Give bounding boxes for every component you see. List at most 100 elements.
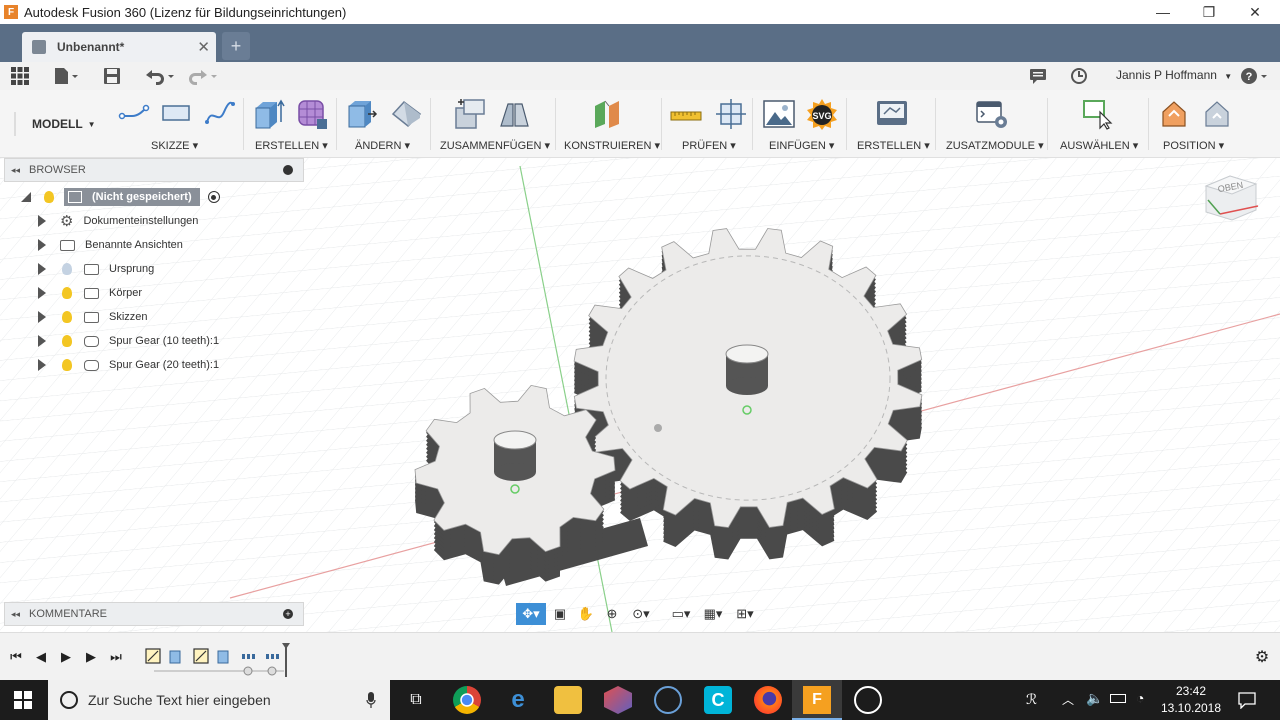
wifi-icon[interactable]: ◔: [1136, 690, 1144, 706]
look-at-icon[interactable]: ▣: [548, 603, 572, 625]
collapse-triangle-icon[interactable]: [20, 191, 32, 203]
close-tab-button[interactable]: ✕: [197, 38, 210, 56]
ribbon-group-zusammenfuegen[interactable]: ZUSAMMENFÜGEN ▾: [440, 139, 550, 152]
edge-icon[interactable]: e: [504, 686, 532, 714]
app-c-icon[interactable]: C: [704, 686, 732, 714]
capture-position-icon[interactable]: [1160, 98, 1190, 128]
form-tool-icon[interactable]: [296, 98, 327, 129]
line-tool-icon[interactable]: [118, 98, 150, 128]
ribbon-group-auswaehlen[interactable]: AUSWÄHLEN ▾: [1060, 139, 1138, 152]
chrome-icon[interactable]: [453, 686, 481, 714]
select-tool-icon[interactable]: [1083, 98, 1113, 130]
play-icon[interactable]: ▶: [58, 649, 74, 665]
activate-radio-icon[interactable]: [207, 191, 220, 203]
pan-hand-icon[interactable]: ✋: [574, 603, 598, 625]
new-component-icon[interactable]: [454, 98, 485, 129]
display-settings-icon[interactable]: ▭▾: [666, 603, 696, 625]
visibility-bulb-icon[interactable]: [62, 287, 72, 299]
joint-tool-icon[interactable]: [498, 98, 529, 128]
chevron-up-icon[interactable]: ︿: [1062, 691, 1074, 708]
expand-triangle-icon[interactable]: [38, 287, 46, 299]
minimize-button[interactable]: —: [1140, 0, 1186, 24]
help-icon[interactable]: ?: [1240, 66, 1268, 86]
step-back-icon[interactable]: ◀: [33, 649, 49, 665]
restore-button[interactable]: ❐: [1186, 0, 1232, 24]
ribbon-group-zusatzmodule[interactable]: ZUSATZMODULE ▾: [946, 139, 1044, 152]
visibility-bulb-icon[interactable]: [62, 311, 72, 323]
ribbon-group-einfuegen[interactable]: EINFÜGEN ▾: [769, 139, 834, 152]
visibility-bulb-icon[interactable]: [44, 191, 54, 203]
ribbon-group-erstellen[interactable]: ERSTELLEN ▾: [255, 139, 328, 152]
browser-item-skizzen[interactable]: Skizzen: [38, 306, 148, 328]
app-support-icon[interactable]: [654, 686, 682, 714]
ribbon-group-skizze[interactable]: SKIZZE ▾: [151, 139, 198, 152]
press-pull-tool-icon[interactable]: [346, 98, 378, 128]
expand-triangle-icon[interactable]: [38, 335, 46, 347]
timeline-settings-gear-icon[interactable]: ⚙: [1254, 649, 1270, 666]
fusion-taskbar-button[interactable]: F: [792, 680, 842, 720]
browser-item-benannte-ansichten[interactable]: Benannte Ansichten: [38, 234, 183, 256]
obs-icon[interactable]: [854, 686, 882, 714]
notifications-icon[interactable]: [1029, 66, 1047, 86]
rectangle-tool-icon[interactable]: [160, 98, 190, 128]
visibility-bulb-icon[interactable]: [62, 359, 72, 371]
ribbon-group-aendern[interactable]: ÄNDERN ▾: [355, 139, 410, 152]
zoom-icon[interactable]: ⊕: [600, 603, 624, 625]
taskbar-search-box[interactable]: Zur Suche Text hier eingeben: [48, 680, 390, 720]
canvas-image-icon[interactable]: [763, 98, 795, 128]
user-account-menu[interactable]: Jannis P Hoffmann ▼: [1116, 68, 1232, 82]
create-drawing-icon[interactable]: [876, 98, 907, 128]
browser-item-spur-gear-10[interactable]: Spur Gear (10 teeth):1: [38, 330, 219, 352]
interference-tool-icon[interactable]: [715, 98, 746, 129]
expand-triangle-icon[interactable]: [38, 359, 46, 371]
browser-item-dokumenteinstellungen[interactable]: ⚙ Dokumenteinstellungen: [38, 210, 198, 232]
speaker-icon[interactable]: 🔈: [1086, 690, 1103, 707]
root-document-node[interactable]: (Nicht gespeichert): [64, 188, 200, 206]
new-tab-button[interactable]: +: [222, 32, 250, 60]
expand-triangle-icon[interactable]: [38, 263, 46, 275]
browser-item-koerper[interactable]: Körper: [38, 282, 142, 304]
grid-settings-icon[interactable]: ▦▾: [698, 603, 728, 625]
expand-triangle-icon[interactable]: [38, 239, 46, 251]
undo-icon[interactable]: [144, 66, 176, 86]
offset-plane-icon[interactable]: [592, 98, 622, 128]
spline-tool-icon[interactable]: [204, 98, 235, 128]
fit-zoom-icon[interactable]: ⊙▾: [626, 603, 656, 625]
fillet-tool-icon[interactable]: [390, 98, 422, 128]
browser-item-spur-gear-20[interactable]: Spur Gear (20 teeth):1: [38, 354, 219, 376]
close-window-button[interactable]: ✕: [1232, 0, 1278, 24]
expand-triangle-icon[interactable]: [38, 215, 46, 227]
orbit-icon[interactable]: ✥▾: [516, 603, 546, 625]
revert-position-icon[interactable]: [1203, 98, 1233, 128]
timeline-features[interactable]: [144, 643, 294, 677]
taskbar-clock[interactable]: 23:42 13.10.2018: [1158, 683, 1224, 717]
document-tab[interactable]: Unbenannt* ✕: [22, 32, 216, 62]
redo-icon[interactable]: [187, 66, 219, 86]
collapse-panel-icon[interactable]: ◂◂: [11, 609, 20, 620]
insert-svg-icon[interactable]: SVG: [806, 98, 837, 130]
visibility-bulb-off-icon[interactable]: [62, 263, 72, 275]
go-to-end-icon[interactable]: ⏭: [108, 649, 124, 665]
scripts-addins-icon[interactable]: [976, 98, 1007, 128]
action-center-icon[interactable]: [1238, 691, 1256, 709]
ribbon-group-position[interactable]: POSITION ▾: [1163, 139, 1224, 152]
file-menu-icon[interactable]: [54, 66, 80, 86]
task-view-icon[interactable]: ⧉: [402, 686, 430, 714]
step-forward-icon[interactable]: ▶: [83, 649, 99, 665]
comments-panel-header[interactable]: ◂◂ KOMMENTARE +: [4, 602, 304, 626]
ribbon-group-pruefen[interactable]: PRÜFEN ▾: [682, 139, 736, 152]
view-cube[interactable]: OBEN: [1198, 172, 1268, 228]
viewports-icon[interactable]: ⊞▾: [730, 603, 760, 625]
job-status-clock-icon[interactable]: [1070, 66, 1088, 86]
firefox-icon[interactable]: [754, 686, 782, 714]
ribbon-group-konstruieren[interactable]: KONSTRUIEREN ▾: [564, 139, 660, 152]
battery-icon[interactable]: [1110, 694, 1126, 703]
visibility-bulb-icon[interactable]: [62, 335, 72, 347]
collapse-panel-icon[interactable]: ◂◂: [11, 165, 20, 176]
app-hexagon-icon[interactable]: [604, 686, 632, 714]
add-comment-icon[interactable]: +: [283, 609, 293, 619]
ribbon-group-erstellen-2[interactable]: ERSTELLEN ▾: [857, 139, 930, 152]
windows-start-icon[interactable]: [14, 691, 32, 709]
measure-tool-icon[interactable]: [670, 98, 702, 128]
microphone-icon[interactable]: [366, 692, 376, 708]
